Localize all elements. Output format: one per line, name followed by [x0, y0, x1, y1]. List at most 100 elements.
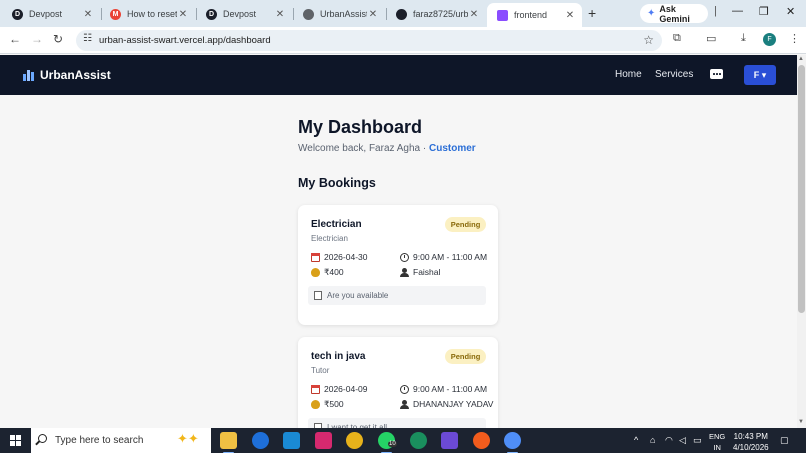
calendar-icon — [311, 384, 320, 394]
close-icon[interactable]: ✕ — [367, 9, 379, 20]
booking-time-value: 9:00 AM - 11:00 AM — [413, 252, 488, 262]
whatsapp-icon[interactable]: 10 — [378, 432, 397, 453]
tab-frontend[interactable]: frontend ✕ — [487, 3, 582, 27]
booking-time: 9:00 AM - 11:00 AM — [400, 384, 487, 394]
tray-icon[interactable]: ⌂ — [650, 435, 655, 445]
extensions-icon[interactable]: ⧉ — [673, 32, 681, 45]
welcome-message: Welcome back, Faraz Agha · — [298, 143, 429, 154]
globe-icon — [303, 8, 314, 20]
booking-date: 2026-04-09 — [311, 384, 367, 394]
menu-icon[interactable]: ⋮ — [789, 32, 800, 45]
brand-logo[interactable]: UrbanAssist — [23, 68, 111, 82]
battery-icon[interactable]: ▭ — [693, 435, 702, 446]
app-icon[interactable] — [441, 432, 458, 449]
github-icon — [396, 8, 407, 20]
cast-icon[interactable]: ▭ — [706, 32, 716, 45]
download-icon[interactable]: ⤓ — [741, 32, 746, 45]
calendar-icon — [311, 252, 320, 262]
file-explorer-icon[interactable] — [220, 432, 237, 453]
booking-date: 2026-04-30 — [311, 252, 367, 262]
close-icon[interactable]: ✕ — [177, 9, 189, 20]
postman-icon[interactable] — [473, 432, 490, 449]
close-icon[interactable]: ✕ — [468, 9, 480, 20]
back-icon[interactable]: ← — [9, 32, 21, 46]
booking-card: Electrician Electrician Pending 2026-04-… — [298, 205, 498, 325]
app-navbar: UrbanAssist Home Services F ▾ — [0, 55, 797, 95]
booking-price-value: ₹400 — [324, 267, 344, 277]
volume-icon[interactable]: ◁ — [679, 435, 686, 446]
gmail-icon: M — [110, 8, 121, 20]
chat-icon[interactable] — [710, 69, 723, 79]
scroll-down-icon[interactable]: ▼ — [798, 419, 804, 425]
windows-taskbar: Type here to search ✦✦ 10 ^ ⌂ ◠ ◁ ▭ ENG … — [0, 428, 806, 453]
chevron-up-icon[interactable]: ^ — [634, 435, 638, 445]
tab-devpost-1[interactable]: D Devpost ✕ — [2, 3, 100, 25]
browser-tab-strip: D Devpost ✕ M How to reset your ✕ D Devp… — [0, 0, 806, 27]
money-bag-icon — [311, 268, 320, 277]
booking-price: ₹500 — [311, 399, 344, 410]
system-clock[interactable]: 10:43 PM 4/10/2026 — [733, 431, 769, 453]
region-code: IN — [713, 443, 721, 452]
copilot-sparkle-icon[interactable]: ✦✦ — [177, 431, 199, 447]
restore-icon[interactable]: ❐ — [759, 5, 769, 18]
profile-avatar[interactable]: F — [763, 33, 776, 46]
app-icon[interactable] — [410, 432, 427, 449]
booking-date-value: 2026-04-09 — [324, 384, 368, 394]
outlook-icon[interactable] — [252, 432, 269, 449]
bookmark-star-icon[interactable]: ☆ — [643, 33, 654, 47]
clock-icon — [400, 384, 409, 394]
page-title: My Dashboard — [298, 117, 423, 137]
tab-github[interactable]: faraz8725/urba ✕ — [386, 3, 486, 25]
booking-service: tech in java — [311, 351, 366, 362]
gemini-icon: ✦ — [647, 8, 656, 19]
minimize-icon[interactable]: — — [732, 5, 743, 17]
brand-name: UrbanAssist — [40, 68, 111, 82]
section-title: My Bookings — [298, 176, 376, 190]
chrome-active-icon[interactable] — [504, 432, 521, 453]
building-icon — [23, 69, 34, 81]
vscode-icon[interactable] — [283, 432, 300, 449]
user-menu-button[interactable]: F ▾ — [744, 65, 776, 85]
instagram-icon[interactable] — [315, 432, 332, 449]
tab-title: frontend — [514, 10, 548, 20]
page-scrollbar[interactable]: ▲ ▼ — [797, 55, 806, 428]
windows-start-icon[interactable] — [10, 435, 21, 446]
scroll-up-icon[interactable]: ▲ — [798, 56, 804, 62]
booking-note-text: Are you available — [327, 291, 389, 300]
address-bar[interactable]: ☷ urban-assist-swart.vercel.app/dashboar… — [76, 30, 662, 51]
tab-title: Devpost — [223, 9, 257, 19]
language-indicator[interactable]: ENG IN — [709, 431, 725, 453]
forward-icon[interactable]: → — [31, 32, 43, 46]
taskbar-search-box[interactable]: Type here to search ✦✦ — [31, 428, 211, 453]
reload-icon[interactable]: ↻ — [53, 32, 63, 46]
tab-urbanassist-backend[interactable]: UrbanAssist Ba ✕ — [293, 3, 385, 25]
welcome-text: Welcome back, Faraz Agha · Customer — [298, 143, 476, 154]
chrome-icon[interactable] — [346, 432, 363, 449]
ask-gemini-button[interactable]: ✦ Ask Gemini — [640, 3, 708, 24]
nav-services-link[interactable]: Services — [655, 69, 693, 80]
gemini-label: Ask Gemini — [659, 3, 690, 24]
whatsapp-badge: 10 — [388, 441, 397, 447]
close-icon[interactable]: ✕ — [82, 9, 94, 20]
booking-time-value: 9:00 AM - 11:00 AM — [413, 384, 488, 394]
close-icon[interactable]: ✕ — [274, 9, 286, 20]
scrollbar-thumb[interactable] — [798, 65, 805, 313]
booking-category: Tutor — [311, 366, 330, 375]
tab-devpost-2[interactable]: D Devpost ✕ — [196, 3, 292, 25]
close-window-icon[interactable]: ✕ — [786, 5, 795, 18]
booking-price-value: ₹500 — [324, 399, 344, 409]
new-tab-button[interactable]: + — [588, 5, 596, 21]
divider: | — [714, 5, 717, 17]
wifi-icon[interactable]: ◠ — [665, 435, 673, 446]
notification-icon[interactable]: ▢ — [780, 435, 789, 446]
close-icon[interactable]: ✕ — [564, 10, 576, 21]
booking-provider-value: Faishal — [413, 267, 441, 277]
booking-note: Are you available — [308, 286, 486, 305]
nav-home-link[interactable]: Home — [615, 69, 642, 80]
booking-provider: DHANANJAY YADAV — [400, 399, 493, 409]
tab-gmail[interactable]: M How to reset your ✕ — [100, 3, 195, 25]
devpost-icon: D — [12, 8, 23, 20]
clock-time: 10:43 PM — [733, 432, 768, 441]
site-info-icon[interactable]: ☷ — [83, 33, 92, 44]
url-text[interactable]: urban-assist-swart.vercel.app/dashboard — [99, 35, 271, 46]
